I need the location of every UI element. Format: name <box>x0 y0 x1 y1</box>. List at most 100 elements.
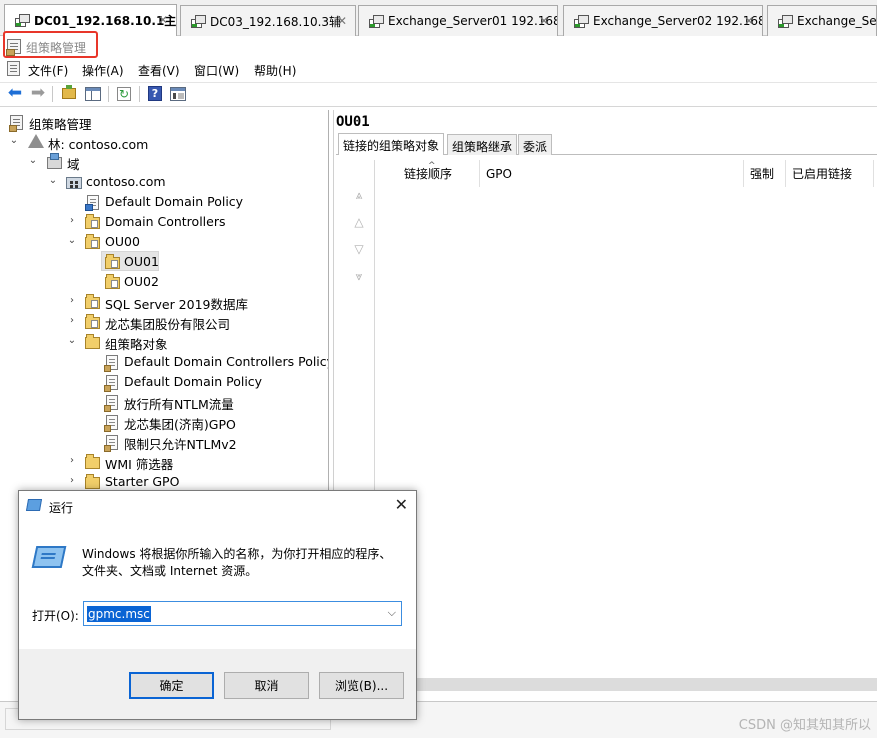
close-icon[interactable]: ✕ <box>744 14 754 28</box>
browse-button[interactable]: 浏览(B)... <box>319 672 404 699</box>
vm-icon <box>369 14 384 28</box>
horizontal-scrollbar[interactable] <box>380 678 877 691</box>
app-title-bar <box>0 36 877 60</box>
column-link-order[interactable]: 链接顺序 <box>398 160 480 187</box>
close-icon[interactable]: ✕ <box>158 13 168 27</box>
run-command-value[interactable]: gpmc.msc <box>87 606 151 622</box>
tree-item-gpo[interactable]: 限制只允许NTLMv2 <box>124 434 237 453</box>
folder-icon <box>85 474 100 489</box>
ou-icon <box>85 294 100 309</box>
tree-item-wmi-filters[interactable]: WMI 筛选器 <box>105 454 173 473</box>
expand-chevron-icon[interactable]: › <box>67 455 77 466</box>
tree-item-gpo[interactable]: 龙芯集团(济南)GPO <box>124 414 236 433</box>
run-dialog-body <box>19 521 416 649</box>
tree-item-starter-gpo[interactable]: Starter GPO <box>105 474 179 489</box>
menu-file[interactable]: 文件(F) <box>28 62 68 79</box>
move-up-icon[interactable]: △ <box>350 212 368 232</box>
gpo-icon <box>104 355 118 372</box>
menu-bar <box>0 59 877 80</box>
vm-tab-exchange-more[interactable]: Exchange_Server <box>767 5 877 36</box>
expand-chevron-icon[interactable]: › <box>67 475 77 486</box>
tree-item-ou00[interactable]: OU00 <box>105 234 140 249</box>
vm-tab-exchange01[interactable]: Exchange_Server01 192.168.... ✕ <box>358 5 558 36</box>
menu-view[interactable]: 查看(V) <box>138 62 180 79</box>
folder-icon <box>85 454 100 469</box>
run-command-input[interactable]: gpmc.msc ⌵ <box>83 601 402 626</box>
column-gpo[interactable]: GPO <box>480 160 744 187</box>
ou-icon <box>85 214 100 229</box>
gpo-link-icon <box>85 195 99 211</box>
tab-gp-inheritance[interactable]: 组策略继承 <box>447 134 518 155</box>
column-enforced[interactable]: 强制 <box>744 160 786 187</box>
run-description: Windows 将根据你所输入的名称，为你打开相应的程序、 文件夹、文档或 In… <box>82 546 402 580</box>
column-link-enabled[interactable]: 已启用链接 <box>786 160 874 187</box>
tree-item-gpo[interactable]: Default Domain Policy <box>124 374 262 389</box>
close-icon[interactable]: ✕ <box>337 14 347 28</box>
close-icon[interactable]: ✕ <box>395 495 408 514</box>
tree-item-default-domain-policy[interactable]: Default Domain Policy <box>105 194 243 209</box>
tree-item-sql-ou[interactable]: SQL Server 2019数据库 <box>105 294 248 313</box>
close-icon[interactable]: ✕ <box>539 14 549 28</box>
run-app-icon <box>25 499 43 511</box>
gpo-icon <box>104 375 118 392</box>
run-description-line: Windows 将根据你所输入的名称，为你打开相应的程序、 <box>82 547 392 561</box>
show-action-pane-button[interactable] <box>169 85 187 102</box>
collapse-chevron-icon[interactable]: ⌄ <box>67 335 77 346</box>
tree-item-forest[interactable]: 林: contoso.com <box>48 134 148 153</box>
menu-help[interactable]: 帮助(H) <box>254 62 296 79</box>
tree-root-label[interactable]: 组策略管理 <box>29 114 92 133</box>
toolbar-separator <box>108 86 109 102</box>
vm-tab-label: Exchange_Server01 192.168.... <box>388 14 557 28</box>
tree-item-ou02[interactable]: OU02 <box>124 274 159 289</box>
help-button[interactable]: ? <box>146 85 164 102</box>
tree-item-loongson-ou[interactable]: 龙芯集团股份有限公司 <box>105 314 230 333</box>
tree-item-domain[interactable]: contoso.com <box>86 174 166 189</box>
help-icon: ? <box>148 86 162 101</box>
menu-window[interactable]: 窗口(W) <box>194 62 239 79</box>
collapse-chevron-icon[interactable]: ⌄ <box>67 235 77 246</box>
tree-item-domains[interactable]: 域 <box>67 154 80 173</box>
up-folder-button[interactable] <box>60 85 78 102</box>
linked-gpo-list[interactable] <box>374 160 877 690</box>
move-down-icon[interactable]: ▽ <box>350 239 368 259</box>
expand-chevron-icon[interactable]: › <box>67 295 77 306</box>
vm-icon <box>191 14 206 28</box>
vm-icon <box>15 14 30 27</box>
domain-icon <box>66 177 82 189</box>
ok-button[interactable]: 确定 <box>129 672 214 699</box>
forward-arrow-icon[interactable]: ➡ <box>29 85 47 102</box>
run-dialog-title: 运行 <box>49 501 74 515</box>
tab-delegation[interactable]: 委派 <box>518 134 553 155</box>
refresh-button[interactable]: ↻ <box>115 85 133 102</box>
tree-item-gpo[interactable]: 放行所有NTLM流量 <box>124 394 234 413</box>
chevron-down-icon[interactable]: ⌵ <box>388 606 396 620</box>
system-menu-icon[interactable] <box>7 61 20 76</box>
toolbar-separator <box>52 86 53 102</box>
move-top-icon[interactable]: ⩓ <box>350 185 368 205</box>
vm-tab-dc03[interactable]: DC03_192.168.10.3辅 ✕ <box>180 5 356 36</box>
expand-chevron-icon[interactable]: › <box>67 315 77 326</box>
menu-action[interactable]: 操作(A) <box>82 62 124 79</box>
tree-item-ou01[interactable]: OU01 <box>124 254 159 269</box>
ou-icon <box>85 234 100 249</box>
run-large-icon <box>31 546 67 568</box>
show-console-tree-button[interactable] <box>84 85 102 102</box>
cancel-button[interactable]: 取消 <box>224 672 309 699</box>
expand-chevron-icon[interactable]: › <box>67 215 77 226</box>
move-bottom-icon[interactable]: ⩔ <box>350 266 368 286</box>
back-arrow-icon[interactable]: ⬅ <box>6 85 24 102</box>
tree-item-domain-controllers[interactable]: Domain Controllers <box>105 214 225 229</box>
vm-tab-exchange02[interactable]: Exchange_Server02 192.168.... ✕ <box>563 5 763 36</box>
title-highlight-box <box>3 31 98 58</box>
vm-tab-label: Exchange_Server02 192.168.... <box>593 14 762 28</box>
forest-icon <box>28 134 44 148</box>
gpo-icon <box>104 415 118 432</box>
collapse-chevron-icon[interactable]: ⌄ <box>9 135 19 146</box>
toolbar-separator <box>139 86 140 102</box>
ou-icon <box>85 314 100 329</box>
collapse-chevron-icon[interactable]: ⌄ <box>48 175 58 186</box>
tree-item-gpo-container[interactable]: 组策略对象 <box>105 334 168 353</box>
tab-linked-gpos[interactable]: 链接的组策略对象 <box>338 133 445 155</box>
collapse-chevron-icon[interactable]: ⌄ <box>28 155 38 166</box>
tree-item-gpo[interactable]: Default Domain Controllers Policy <box>124 354 328 369</box>
